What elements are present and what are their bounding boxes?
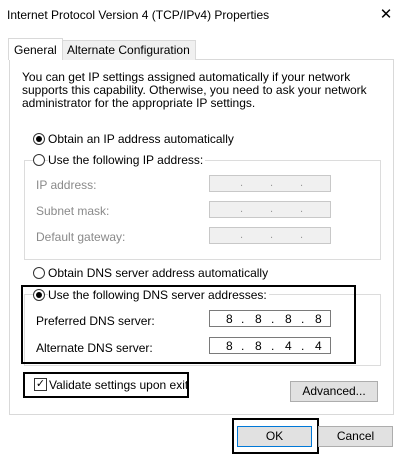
subnet-mask-field: ...: [209, 201, 331, 218]
obtain-ip-auto-label[interactable]: Obtain an IP address automatically: [48, 132, 234, 146]
preferred-octet-1: 8: [226, 312, 233, 326]
obtain-ip-auto-radio[interactable]: [33, 133, 45, 145]
advanced-button[interactable]: Advanced...: [290, 381, 378, 402]
alternate-octet-3: 4: [285, 339, 292, 353]
preferred-octet-4: 8: [315, 312, 322, 326]
default-gateway-label: Default gateway:: [36, 230, 126, 244]
tab-alternate-configuration[interactable]: Alternate Configuration: [61, 40, 196, 60]
alternate-dns-field[interactable]: 8 . 8 . 4 . 4: [209, 337, 331, 354]
preferred-octet-3: 8: [285, 312, 292, 326]
obtain-dns-auto-label[interactable]: Obtain DNS server address automatically: [48, 266, 268, 280]
tab-general[interactable]: General: [8, 38, 63, 60]
alternate-octet-4: 4: [315, 339, 322, 353]
ok-button[interactable]: OK: [237, 426, 312, 447]
default-gateway-field: ...: [209, 227, 331, 244]
ip-address-field: ...: [209, 175, 331, 192]
use-following-ip-radio[interactable]: [33, 154, 45, 166]
alternate-octet-1: 8: [226, 339, 233, 353]
close-icon[interactable]: ✕: [372, 3, 400, 27]
title-bar: Internet Protocol Version 4 (TCP/IPv4) P…: [0, 0, 401, 31]
use-following-dns-radio[interactable]: [33, 289, 45, 301]
description-text: You can get IP settings assigned automat…: [22, 70, 367, 110]
alternate-octet-2: 8: [255, 339, 262, 353]
preferred-dns-field[interactable]: 8 . 8 . 8 . 8: [209, 310, 331, 327]
alternate-dns-label: Alternate DNS server:: [36, 341, 153, 355]
preferred-dns-label: Preferred DNS server:: [36, 314, 155, 328]
use-following-ip-label[interactable]: Use the following IP address:: [48, 153, 206, 167]
preferred-octet-2: 8: [255, 312, 262, 326]
validate-label[interactable]: Validate settings upon exit: [49, 378, 188, 392]
cancel-button[interactable]: Cancel: [318, 426, 393, 447]
use-following-dns-label[interactable]: Use the following DNS server addresses:: [48, 288, 269, 302]
window-title: Internet Protocol Version 4 (TCP/IPv4) P…: [7, 8, 270, 22]
subnet-mask-label: Subnet mask:: [36, 204, 110, 218]
ip-address-label: IP address:: [36, 178, 97, 192]
validate-checkbox[interactable]: ✓: [34, 378, 47, 391]
obtain-dns-auto-radio[interactable]: [33, 267, 45, 279]
